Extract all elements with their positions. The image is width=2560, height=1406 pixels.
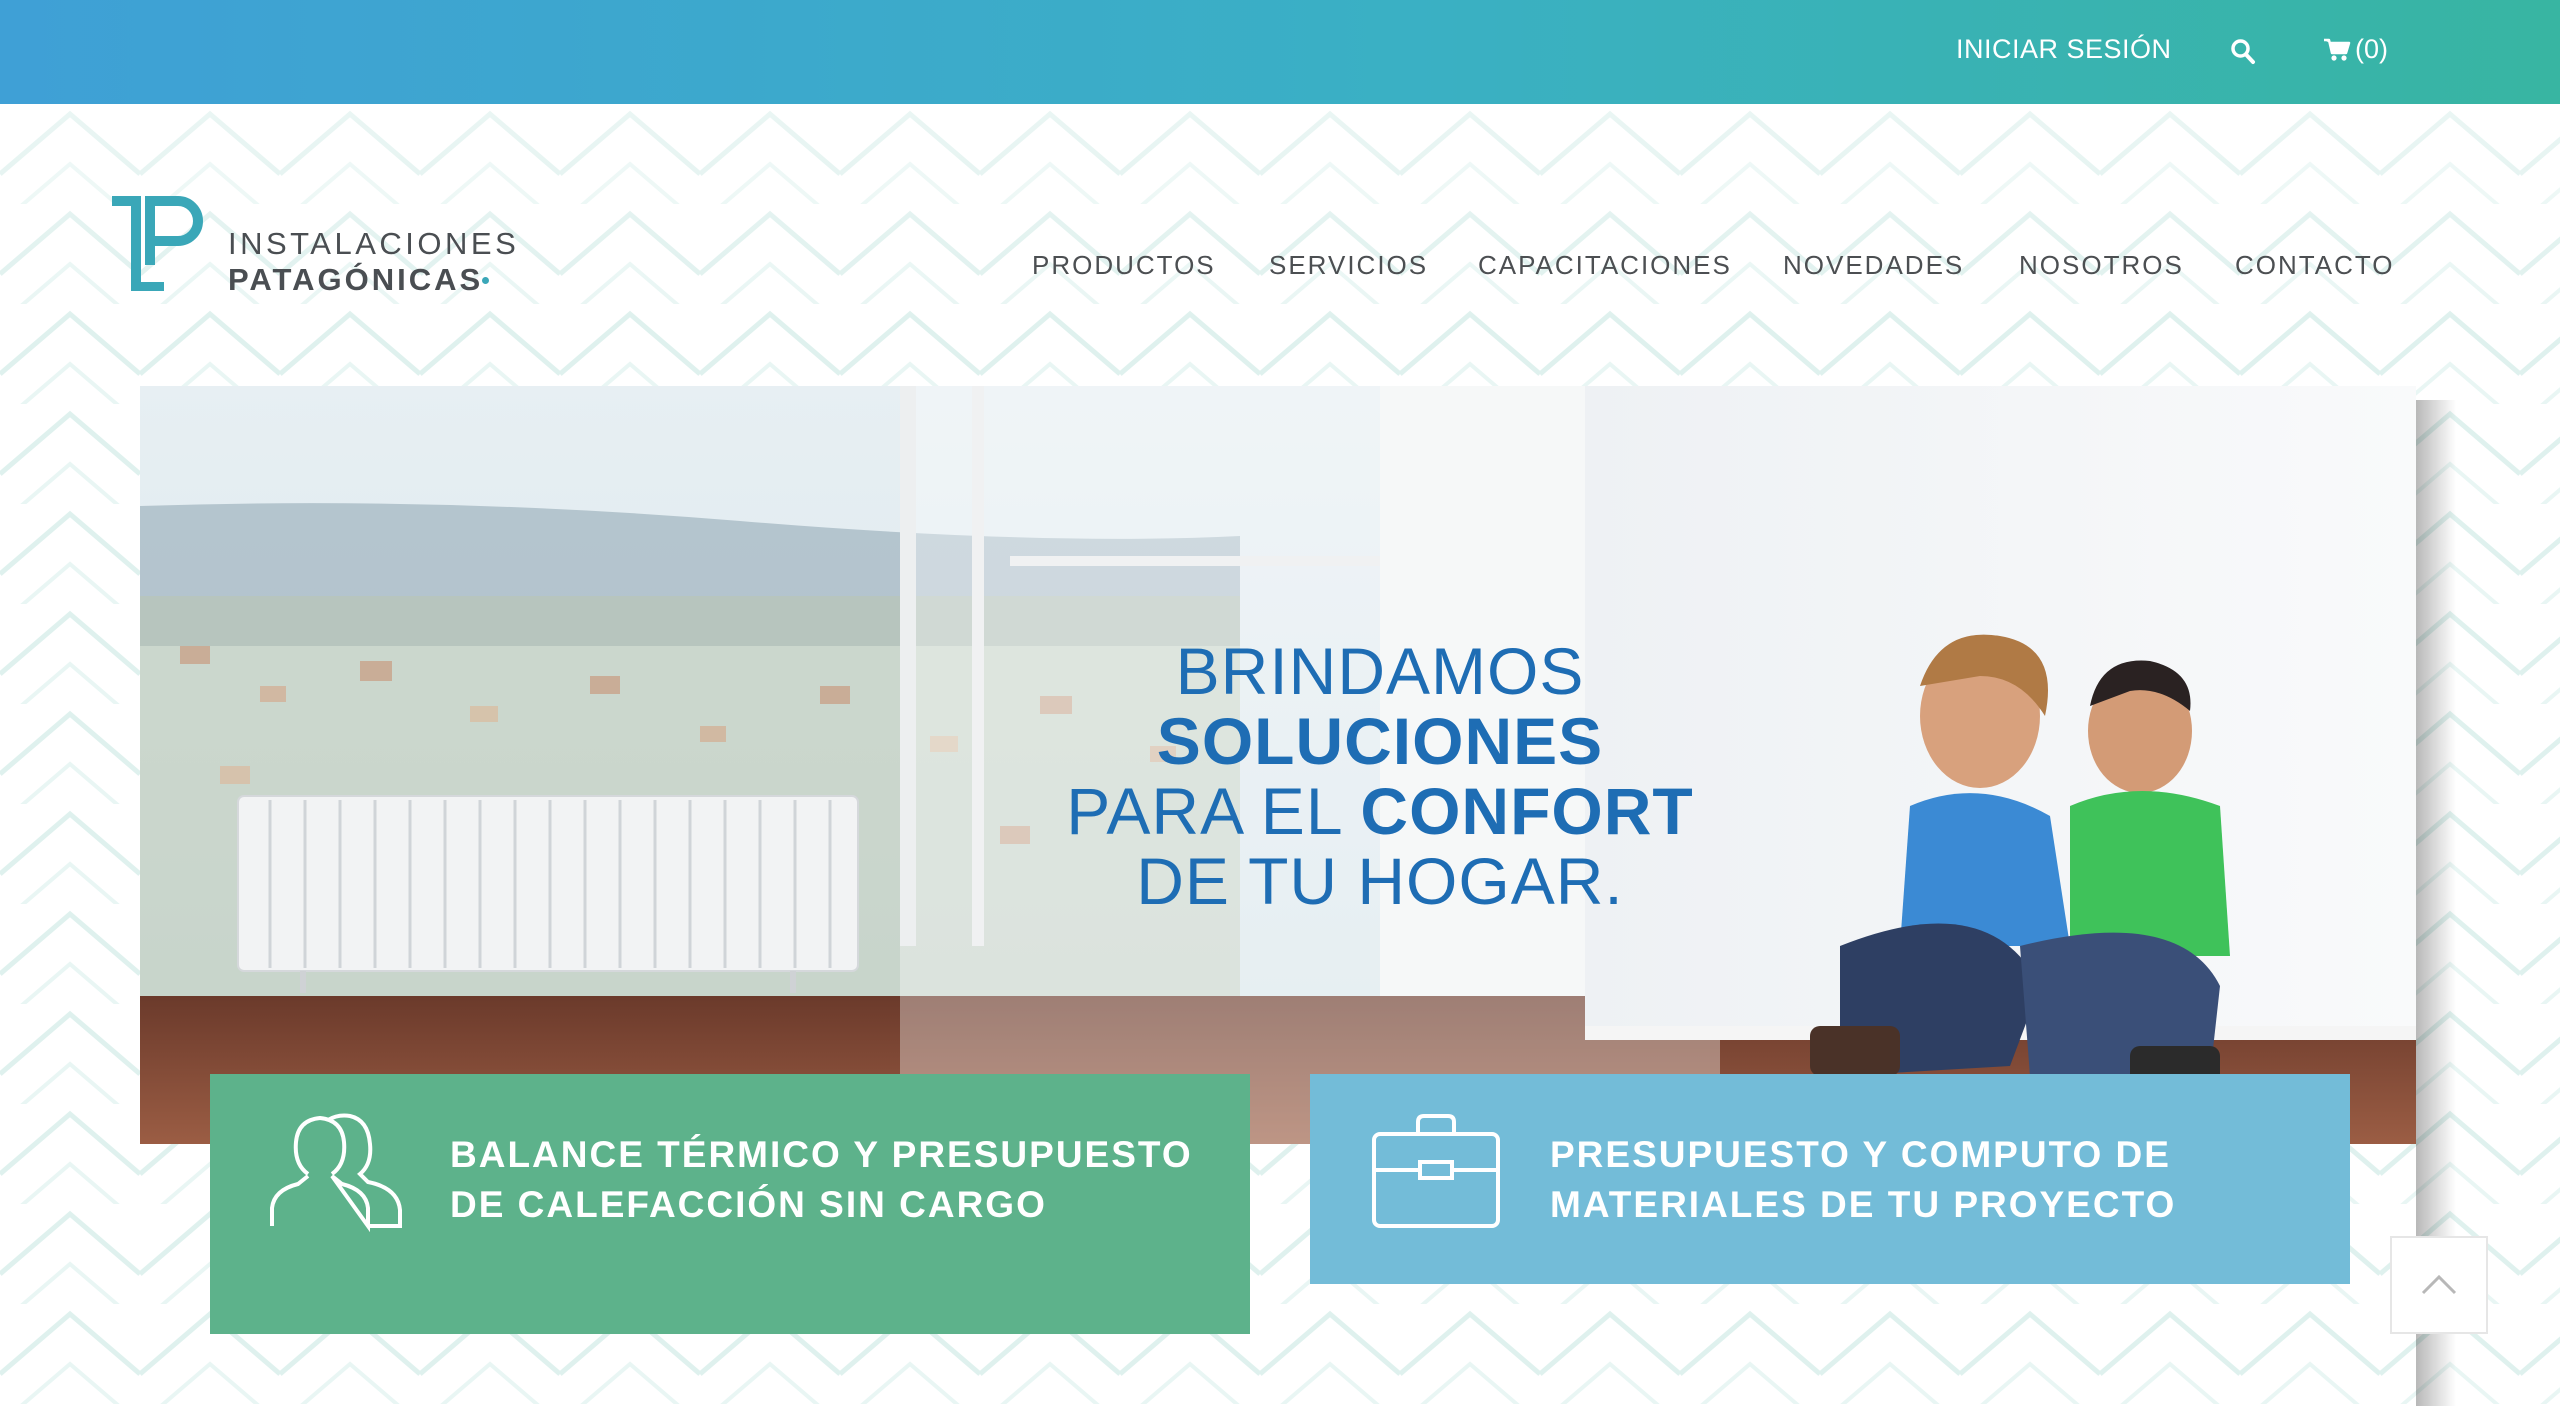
hero-line4: DE TU HOGAR. (1136, 844, 1624, 918)
nav-item-productos[interactable]: PRODUCTOS (1032, 250, 1216, 281)
cart-icon (2323, 38, 2351, 67)
scroll-top-button[interactable] (2390, 1236, 2488, 1334)
chevron-up-icon (2421, 1274, 2457, 1295)
nav-item-capacitaciones[interactable]: CAPACITACIONES (1478, 250, 1732, 281)
card-balance-text: BALANCE TÉRMICO Y PRESUPUESTO DE CALEFAC… (450, 1134, 1193, 1225)
card-presupuesto[interactable]: PRESUPUESTO Y COMPUTO DE MATERIALES DE T… (1310, 1074, 2350, 1284)
hero-headline: BRINDAMOS SOLUCIONES PARA EL CONFORT DE … (1020, 636, 1740, 916)
hero-line3: PARA EL CONFORT (1066, 774, 1694, 848)
top-bar: INICIAR SESIÓN (0) (0, 0, 2560, 104)
login-link[interactable]: INICIAR SESIÓN (1956, 34, 2172, 65)
nav-item-contacto[interactable]: CONTACTO (2235, 250, 2394, 281)
hero-line2: SOLUCIONES (1156, 704, 1604, 778)
nav-item-nosotros[interactable]: NOSOTROS (2019, 250, 2184, 281)
nav-item-servicios[interactable]: SERVICIOS (1269, 250, 1428, 281)
search-icon[interactable] (2230, 38, 2256, 71)
cart-count: (0) (2355, 34, 2388, 64)
nav-item-novedades[interactable]: NOVEDADES (1783, 250, 1964, 281)
main-nav: PRODUCTOS SERVICIOS CAPACITACIONES NOVED… (0, 250, 2400, 290)
hero-banner: BRINDAMOS SOLUCIONES PARA EL CONFORT DE … (140, 386, 2416, 1144)
user-icon (268, 1112, 408, 1245)
hero-line1: BRINDAMOS (1175, 634, 1585, 708)
card-presupuesto-text: PRESUPUESTO Y COMPUTO DE MATERIALES DE T… (1550, 1134, 2177, 1225)
briefcase-icon (1368, 1112, 1508, 1245)
card-balance-termico[interactable]: BALANCE TÉRMICO Y PRESUPUESTO DE CALEFAC… (210, 1074, 1250, 1334)
